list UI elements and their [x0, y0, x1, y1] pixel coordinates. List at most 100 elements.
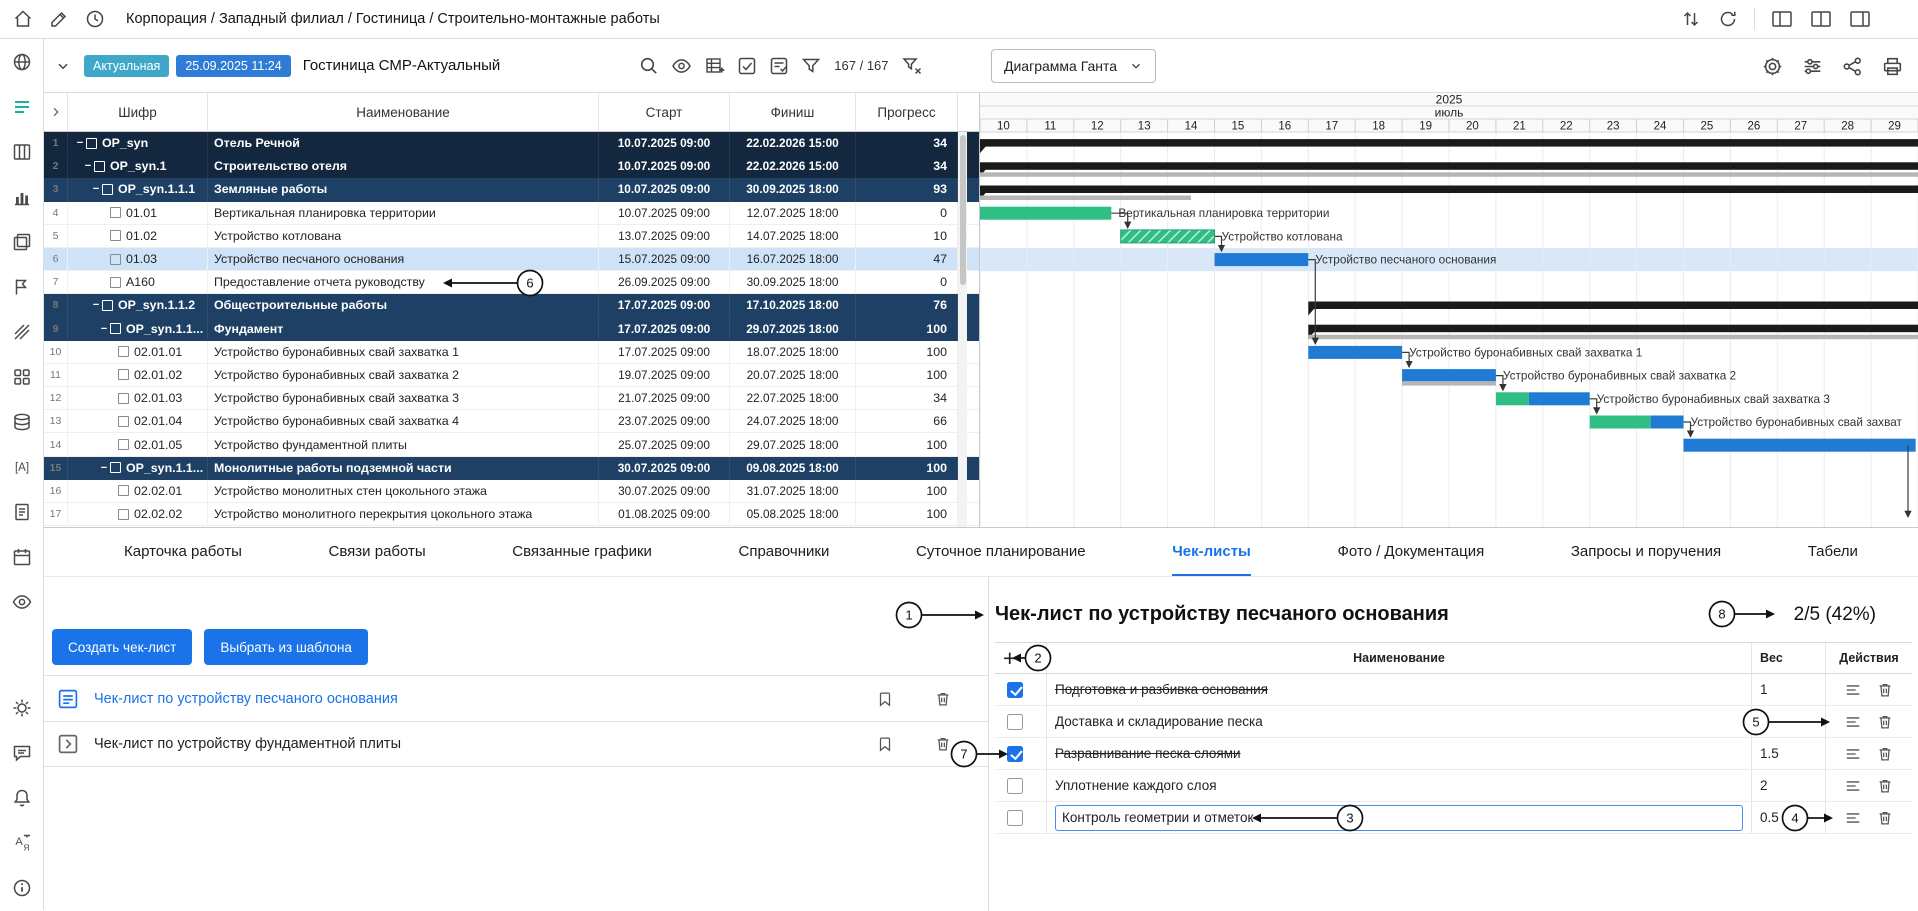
view-selector-dropdown[interactable]: Диаграмма Ганта	[991, 49, 1156, 83]
sidebar-item-layers-icon[interactable]	[2, 219, 42, 264]
visibility-eye-icon[interactable]	[670, 55, 693, 77]
wbs-row[interactable]: 2−OP_syn.1Строительство отеля10.07.2025 …	[44, 155, 979, 178]
sidebar-item-translate-icon[interactable]: AЯ	[2, 820, 42, 865]
history-clock-icon[interactable]	[84, 8, 106, 30]
print-icon[interactable]	[1881, 55, 1904, 78]
add-checklist-item-button[interactable]: +	[1003, 647, 1016, 670]
bookmark-icon[interactable]	[876, 735, 894, 753]
wbs-row[interactable]: 1302.01.04Устройство буронабивных свай з…	[44, 410, 979, 433]
edit-pencil-icon[interactable]	[48, 8, 70, 30]
tab[interactable]: Табели	[1808, 528, 1858, 576]
row-checkbox[interactable]	[110, 230, 121, 241]
wbs-row[interactable]: 1602.02.01Устройство монолитных стен цок…	[44, 480, 979, 503]
sidebar-item-info-icon[interactable]	[2, 865, 42, 910]
column-header-progress[interactable]: Прогресс	[856, 93, 958, 131]
row-checkbox[interactable]	[118, 416, 129, 427]
sidebar-item-schedule-icon[interactable]	[2, 84, 42, 129]
checklist-item-checkbox[interactable]	[1007, 810, 1023, 826]
tab[interactable]: Справочники	[738, 528, 829, 576]
checklist-item-checkbox[interactable]	[1007, 746, 1023, 762]
details-icon[interactable]	[1844, 713, 1862, 731]
wbs-row[interactable]: 601.03Устройство песчаного основания15.0…	[44, 248, 979, 271]
trash-icon[interactable]	[1876, 681, 1894, 699]
sidebar-item-chart-icon[interactable]	[2, 174, 42, 219]
wbs-row[interactable]: 1002.01.01Устройство буронабивных свай з…	[44, 341, 979, 364]
details-icon[interactable]	[1844, 745, 1862, 763]
sidebar-item-database-icon[interactable]	[2, 399, 42, 444]
column-header-start[interactable]: Старт	[599, 93, 730, 131]
details-icon[interactable]	[1844, 809, 1862, 827]
filter-funnel-icon[interactable]	[800, 55, 822, 77]
row-checkbox[interactable]	[110, 462, 121, 473]
checklist-item-checkbox[interactable]	[1007, 714, 1023, 730]
collapse-toggle[interactable]: −	[83, 160, 93, 172]
sidebar-item-hatch-icon[interactable]	[2, 309, 42, 354]
row-checkbox[interactable]	[110, 323, 121, 334]
bookmark-icon[interactable]	[876, 690, 894, 708]
collapse-toggle[interactable]: −	[75, 137, 85, 149]
wbs-row[interactable]: 1−OP_synОтель Речной10.07.2025 09:0022.0…	[44, 132, 979, 155]
sidebar-item-annotation-icon[interactable]: [A]	[2, 444, 42, 489]
row-checkbox[interactable]	[118, 393, 129, 404]
wbs-row[interactable]: 9−OP_syn.1.1...Фундамент17.07.2025 09:00…	[44, 318, 979, 341]
trash-icon[interactable]	[1876, 745, 1894, 763]
layout-left-panel-icon[interactable]	[1770, 8, 1794, 30]
collapse-toggle[interactable]: −	[91, 183, 101, 195]
settings-gear-icon[interactable]	[1761, 55, 1784, 78]
wbs-row[interactable]: 1702.02.02Устройство монолитного перекры…	[44, 503, 979, 526]
details-icon[interactable]	[1844, 777, 1862, 795]
sidebar-item-document-icon[interactable]	[2, 489, 42, 534]
collapse-toggle[interactable]: −	[91, 299, 101, 311]
tune-sliders-icon[interactable]	[1801, 55, 1824, 78]
trash-icon[interactable]	[1876, 777, 1894, 795]
wbs-row[interactable]: 8−OP_syn.1.1.2Общестроительные работы17.…	[44, 294, 979, 317]
tab[interactable]: Запросы и поручения	[1571, 528, 1721, 576]
wbs-row[interactable]: 3−OP_syn.1.1.1Земляные работы10.07.2025 …	[44, 178, 979, 201]
wbs-row[interactable]: 501.02Устройство котлована13.07.2025 09:…	[44, 225, 979, 248]
collapse-toggle[interactable]: −	[99, 323, 109, 335]
wbs-row[interactable]: 1102.01.02Устройство буронабивных свай з…	[44, 364, 979, 387]
row-checkbox[interactable]	[102, 184, 113, 195]
layout-right-panel-icon[interactable]	[1848, 8, 1872, 30]
wbs-row[interactable]: 7A160Предоставление отчета руководству26…	[44, 271, 979, 294]
row-checkbox[interactable]	[110, 277, 121, 288]
gantt-chart[interactable]: 2025июль10111213141516171819202122232425…	[980, 93, 1918, 527]
trash-icon[interactable]	[1876, 809, 1894, 827]
collapse-panel-chevron-icon[interactable]	[44, 93, 68, 131]
checklist-item-checkbox[interactable]	[1007, 778, 1023, 794]
sidebar-item-calendar-icon[interactable]	[2, 534, 42, 579]
tab[interactable]: Фото / Документация	[1337, 528, 1484, 576]
sidebar-item-theme-icon[interactable]	[2, 685, 42, 730]
scrollbar-thumb[interactable]	[960, 135, 966, 285]
home-icon[interactable]	[12, 8, 34, 30]
checkbox-list-icon[interactable]	[768, 55, 790, 77]
tab[interactable]: Карточка работы	[124, 528, 242, 576]
sidebar-item-flag-icon[interactable]	[2, 264, 42, 309]
sidebar-item-globe-icon[interactable]	[2, 39, 42, 84]
checklist-item-checkbox[interactable]	[1007, 682, 1023, 698]
sidebar-item-apps-icon[interactable]	[2, 354, 42, 399]
column-header-name[interactable]: Наименование	[208, 93, 599, 131]
row-checkbox[interactable]	[94, 161, 105, 172]
row-checkbox[interactable]	[118, 369, 129, 380]
row-checkbox[interactable]	[118, 346, 129, 357]
swap-vertical-icon[interactable]	[1680, 8, 1702, 30]
layout-split-icon[interactable]	[1809, 8, 1833, 30]
table-add-icon[interactable]	[703, 55, 726, 77]
tab[interactable]: Суточное планирование	[916, 528, 1086, 576]
tab[interactable]: Связи работы	[329, 528, 426, 576]
refresh-icon[interactable]	[1717, 8, 1739, 30]
trash-icon[interactable]	[934, 690, 952, 708]
create-checklist-button[interactable]: Создать чек-лист	[52, 629, 192, 665]
checklist-list-item[interactable]: Чек-лист по устройству песчаного основан…	[44, 675, 988, 721]
wbs-row[interactable]: 15−OP_syn.1.1...Монолитные работы подзем…	[44, 457, 979, 480]
share-icon[interactable]	[1841, 55, 1864, 78]
wbs-row[interactable]: 401.01Вертикальная планировка территории…	[44, 202, 979, 225]
checklist-list-item[interactable]: Чек-лист по устройству фундаментной плит…	[44, 721, 988, 767]
sidebar-item-kanban-icon[interactable]	[2, 129, 42, 174]
column-header-code[interactable]: Шифр	[68, 93, 208, 131]
row-checkbox[interactable]	[102, 300, 113, 311]
details-icon[interactable]	[1844, 681, 1862, 699]
search-icon[interactable]	[638, 55, 660, 77]
sidebar-item-eye-icon[interactable]	[2, 579, 42, 624]
